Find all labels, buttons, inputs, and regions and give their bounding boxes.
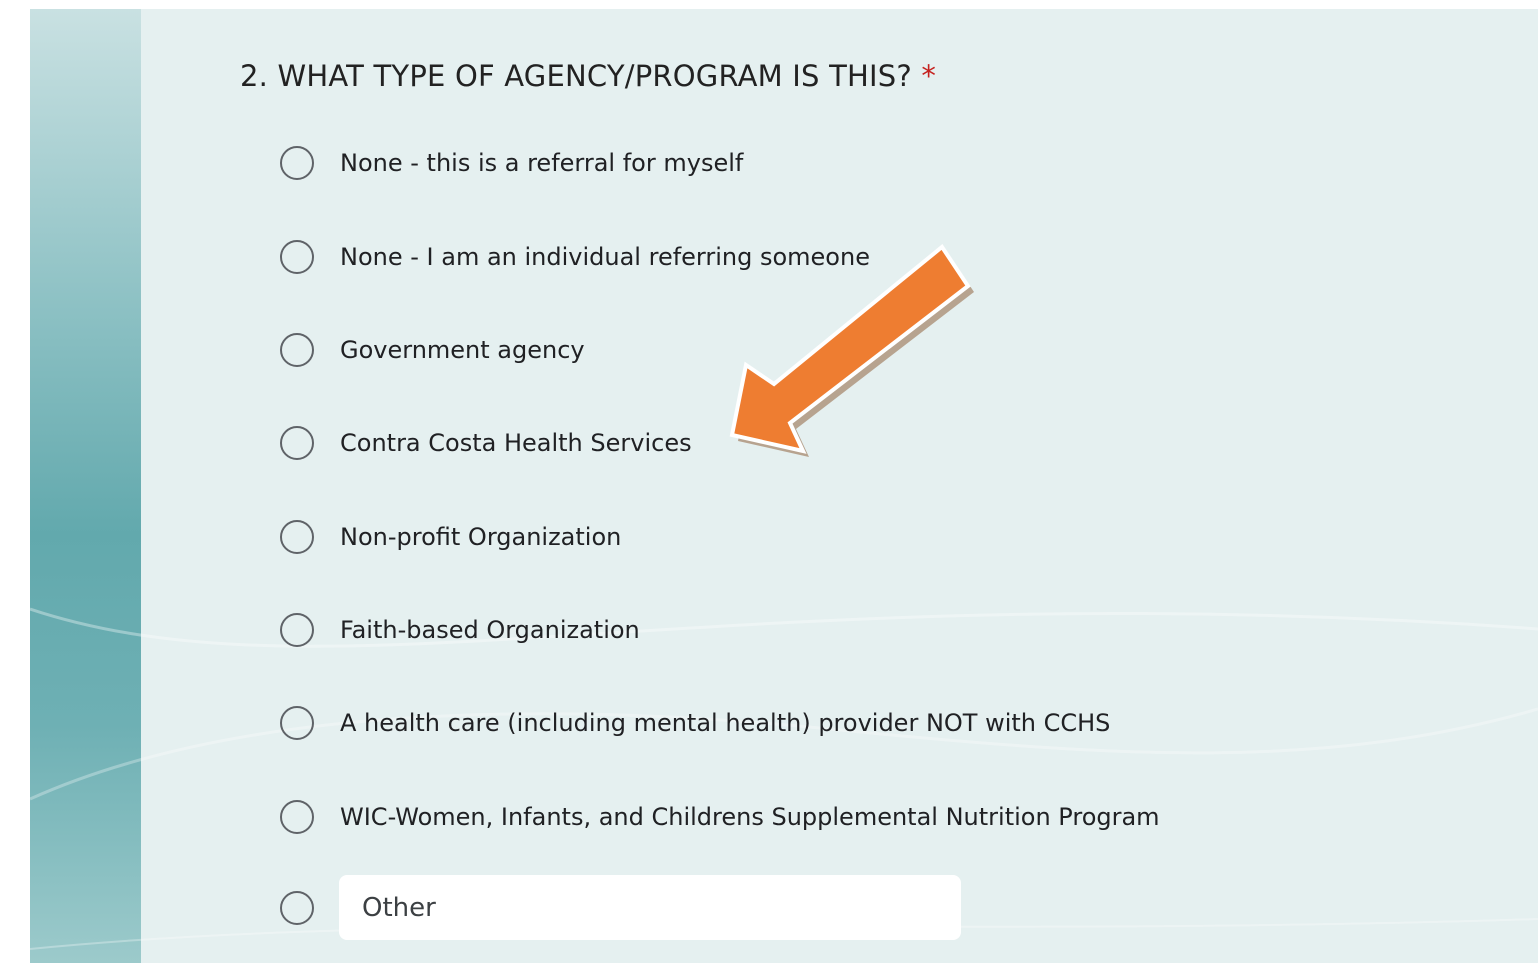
radio-option-other[interactable] (280, 888, 314, 928)
radio-button[interactable] (280, 706, 314, 740)
radio-button[interactable] (280, 613, 314, 647)
radio-option-faith-based[interactable]: Faith-based Organization (280, 610, 640, 650)
other-text-input[interactable]: Other (339, 875, 961, 940)
form-page: 2. WHAT TYPE OF AGENCY/PROGRAM IS THIS? … (30, 9, 1538, 963)
radio-button[interactable] (280, 240, 314, 274)
option-label: Government agency (340, 336, 585, 364)
option-label: A health care (including mental health) … (340, 709, 1111, 737)
radio-option-cchs[interactable]: Contra Costa Health Services (280, 423, 692, 463)
radio-option-wic[interactable]: WIC-Women, Infants, and Childrens Supple… (280, 797, 1160, 837)
radio-button[interactable] (280, 146, 314, 180)
option-label: Faith-based Organization (340, 616, 640, 644)
radio-button[interactable] (280, 520, 314, 554)
option-label: Non-profit Organization (340, 523, 622, 551)
other-placeholder: Other (362, 892, 436, 923)
radio-option-self-referral[interactable]: None - this is a referral for myself (280, 143, 743, 183)
question-text: 2. WHAT TYPE OF AGENCY/PROGRAM IS THIS? (240, 59, 912, 93)
radio-button[interactable] (280, 891, 314, 925)
radio-option-individual-referrer[interactable]: None - I am an individual referring some… (280, 237, 870, 277)
radio-button[interactable] (280, 426, 314, 460)
option-label: None - I am an individual referring some… (340, 243, 870, 271)
radio-option-government-agency[interactable]: Government agency (280, 330, 585, 370)
radio-button[interactable] (280, 333, 314, 367)
radio-option-non-profit[interactable]: Non-profit Organization (280, 517, 621, 557)
question-title: 2. WHAT TYPE OF AGENCY/PROGRAM IS THIS? … (240, 59, 936, 93)
option-label: WIC-Women, Infants, and Childrens Supple… (340, 803, 1160, 831)
radio-option-health-care-provider[interactable]: A health care (including mental health) … (280, 703, 1110, 743)
radio-button[interactable] (280, 800, 314, 834)
option-label: Contra Costa Health Services (340, 429, 692, 457)
required-asterisk: * (921, 59, 937, 93)
option-label: None - this is a referral for myself (340, 149, 744, 177)
